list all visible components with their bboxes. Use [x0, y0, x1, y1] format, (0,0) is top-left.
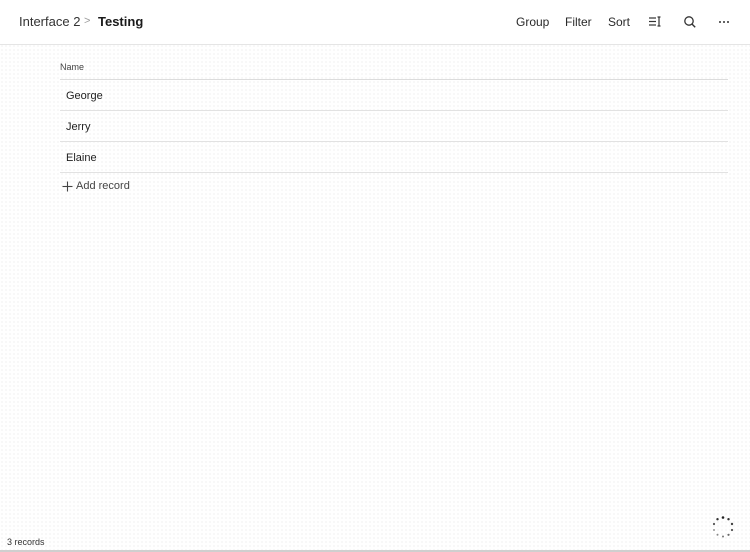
sort-button[interactable]: Sort [608, 15, 630, 29]
group-button[interactable]: Group [516, 15, 549, 29]
add-record-button[interactable]: Add record [62, 180, 130, 192]
search-icon[interactable] [682, 14, 698, 30]
table-row[interactable]: Jerry [60, 111, 728, 142]
breadcrumb-parent[interactable]: Interface 2 [19, 14, 80, 29]
table-row[interactable]: George [60, 80, 728, 111]
filter-button[interactable]: Filter [565, 15, 592, 29]
plus-icon [62, 181, 73, 191]
more-options-icon[interactable] [716, 14, 732, 30]
row-height-icon[interactable] [647, 14, 663, 30]
page-title: Testing [98, 14, 144, 29]
table-row[interactable]: Elaine [60, 142, 728, 173]
top-bar: Interface 2 > Testing Group Filter Sort [0, 0, 750, 45]
column-header-name[interactable]: Name [60, 56, 728, 80]
records-table: Name George Jerry Elaine [60, 56, 728, 173]
breadcrumb-separator: > [84, 15, 91, 27]
loading-spinner-icon [712, 516, 734, 538]
add-record-label: Add record [76, 180, 130, 192]
record-count: 3 records [7, 537, 45, 547]
